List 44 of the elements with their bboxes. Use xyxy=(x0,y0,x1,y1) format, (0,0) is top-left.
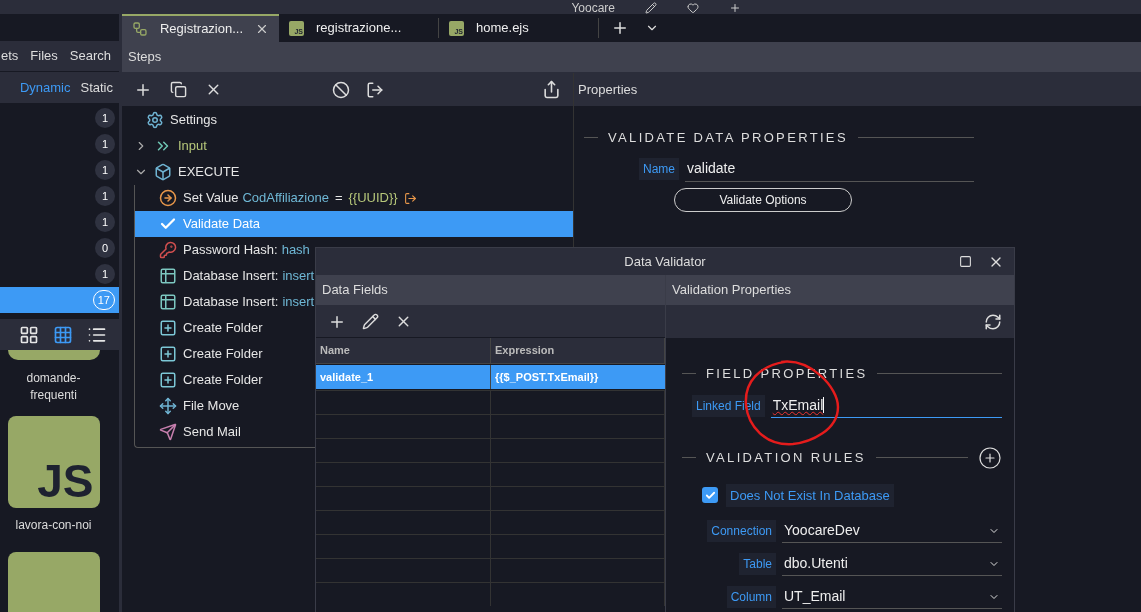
count-badge: 1 xyxy=(95,186,115,207)
step-label: File Move xyxy=(183,397,240,416)
count-badge: 1 xyxy=(95,108,115,129)
step-label: Input xyxy=(178,137,207,156)
step-label: Create Folder xyxy=(183,371,263,390)
field-label: Table xyxy=(739,553,776,575)
step-label: Database Insert: xyxy=(183,267,279,286)
section-title: VALIDATE DATA PROPERTIES xyxy=(608,129,848,147)
step-label: EXECUTE xyxy=(178,163,240,182)
tab-label: home.ejs xyxy=(476,19,530,38)
count-badge: 1 xyxy=(95,264,115,285)
step-target: insert xyxy=(282,293,315,312)
rule-label: Does Not Exist In Database xyxy=(726,483,894,507)
panel-header: Properties xyxy=(574,73,1141,106)
step-target: hash xyxy=(281,241,310,260)
count-badge: 0 xyxy=(95,238,115,259)
panel-header: Validation Properties xyxy=(666,275,1014,306)
app-title: Yoocare xyxy=(571,2,615,14)
step-label: Settings xyxy=(170,111,217,130)
step-label: Database Insert: xyxy=(183,293,279,312)
tab-label: registrazione... xyxy=(316,19,403,38)
count-badge: 1 xyxy=(95,134,115,155)
panel-header: Steps xyxy=(122,42,1141,73)
dialog-title: Data Validator xyxy=(624,252,706,271)
step-target: insert xyxy=(282,267,315,286)
file-name: domande-frequenti xyxy=(25,370,82,404)
step-label: Set Value xyxy=(183,189,239,208)
field-label: Name xyxy=(639,157,679,180)
step-label: Send Mail xyxy=(183,423,241,442)
step-label: Create Folder xyxy=(183,319,263,338)
step-label: Password Hash: xyxy=(183,241,278,260)
tab-label: Registrazion... xyxy=(159,20,244,39)
field-label: Column xyxy=(726,586,776,608)
file-name: lavora-con-noi xyxy=(15,517,92,534)
step-value: {{UUID}} xyxy=(348,189,398,208)
count-badge: 1 xyxy=(95,160,115,181)
step-target: CodAffiliazione xyxy=(242,189,329,208)
step-operator: = xyxy=(334,189,343,208)
section-title: VALIDATION RULES xyxy=(706,448,866,467)
field-label: Connection xyxy=(707,520,776,542)
count-badge: 1 xyxy=(95,212,115,233)
panel-header: Data Fields xyxy=(316,275,665,306)
step-label: Validate Data xyxy=(183,215,261,234)
step-label: Create Folder xyxy=(183,345,263,364)
